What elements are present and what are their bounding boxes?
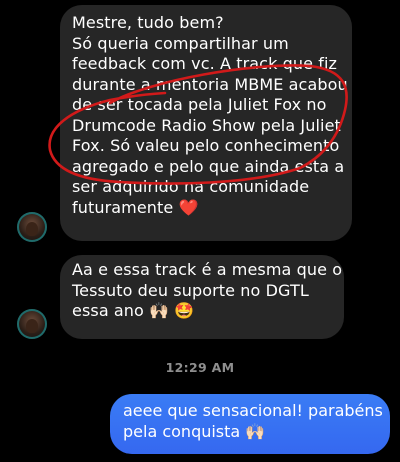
message-line: feedback com vc. A track que fiz <box>72 54 338 73</box>
message-timestamp: 12:29 AM <box>165 360 235 375</box>
message-line: pela conquista 🙌🏻 <box>123 421 266 441</box>
message-line: futuramente ❤️ <box>72 197 199 217</box>
incoming-message-bubble[interactable]: Mestre, tudo bem? Só queria compartilhar… <box>60 5 352 241</box>
message-line: Tessuto deu suporte no DGTL <box>72 280 309 300</box>
incoming-message-bubble[interactable]: Aa e essa track é a mesma que o Tessuto … <box>60 255 344 339</box>
sender-avatar[interactable] <box>17 212 47 242</box>
outgoing-message-bubble[interactable]: aeee que sensacional! parabéns pela conq… <box>110 394 390 454</box>
message-line: essa ano 🙌🏻 🤩 <box>72 301 195 320</box>
message-line: Só queria compartilhar um <box>72 33 289 53</box>
chat-thread: Mestre, tudo bem? Só queria compartilhar… <box>0 0 400 462</box>
message-line: Aa e essa track é a mesma que o <box>72 260 343 279</box>
message-line: aeee que sensacional! parabéns <box>123 401 383 420</box>
sender-avatar[interactable] <box>17 309 47 339</box>
message-line: Fox. Só valeu pelo conhecimento <box>72 136 340 155</box>
message-line: Mestre, tudo bem? <box>72 13 224 32</box>
message-line: durante a mentoria MBME acabou <box>72 74 348 94</box>
message-line: Drumcode Radio Show pela Juliet <box>72 115 341 135</box>
message-line: agregado e pelo que ainda esta a <box>72 156 345 176</box>
message-line: de ser tocada pela Juliet Fox no <box>72 95 327 114</box>
message-line: ser adquirido na comunidade <box>72 177 310 196</box>
